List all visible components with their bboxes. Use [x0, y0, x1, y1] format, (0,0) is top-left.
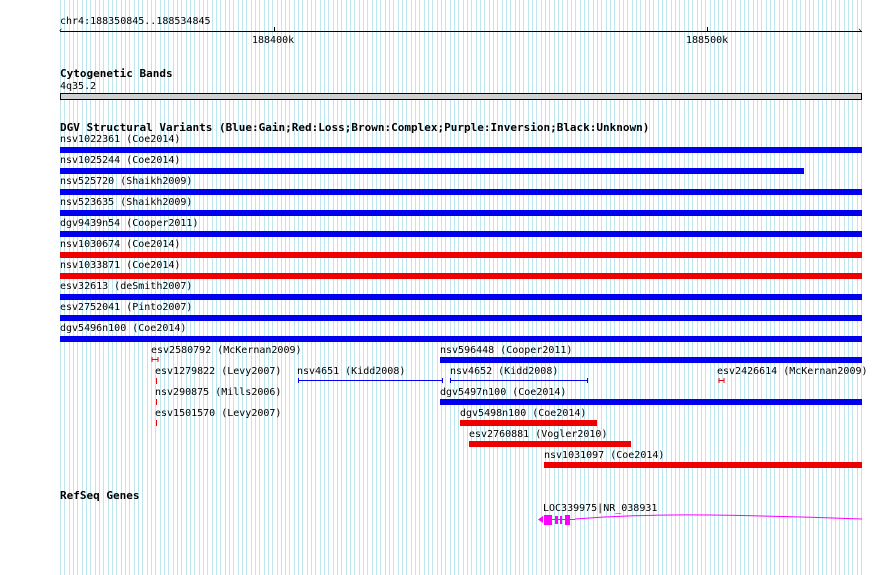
variant-glyph-esv2760881[interactable] [469, 441, 631, 447]
variant-glyph-nsv596448[interactable] [440, 357, 862, 363]
variant-glyph-nsv4652[interactable] [450, 378, 588, 383]
variant-glyph-dgv5497n100[interactable] [440, 399, 862, 405]
variant-glyph-nsv4651[interactable] [298, 378, 443, 383]
refseq-track-title[interactable]: RefSeq Genes [60, 490, 139, 502]
refseq-gene-label: LOC339975|NR_038931 [543, 503, 658, 514]
refseq-gene-model[interactable] [538, 514, 863, 525]
variant-glyph-esv2580792[interactable] [151, 357, 159, 362]
variant-glyph-nsv1031097[interactable] [544, 462, 862, 468]
variant-glyph-esv2426614[interactable] [718, 378, 725, 383]
variant-glyph-dgv5498n100[interactable] [460, 420, 597, 426]
